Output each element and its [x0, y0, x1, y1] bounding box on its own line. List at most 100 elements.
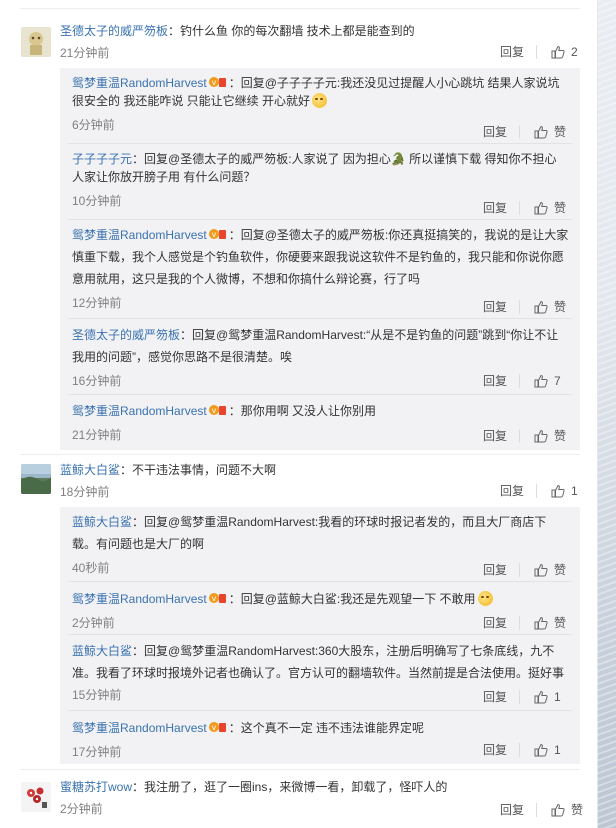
thumbs-up-icon: [534, 563, 548, 576]
reply-text-line: 人家让你放开膀子用 有什么问题？: [72, 170, 256, 184]
reply-actions: 回复 7: [483, 374, 566, 388]
thumbs-up-icon: [551, 45, 565, 59]
like-count: 2: [571, 45, 578, 59]
comment-author[interactable]: 圣德太子的威严笏板: [60, 24, 168, 38]
reply-author[interactable]: 鸳梦重温RandomHarvest: [72, 404, 207, 418]
thumbs-up-icon: [551, 484, 565, 498]
thumbs-up-icon: [534, 125, 548, 138]
comment-text: ：我注册了，逛了一圈ins，来微博一看，卸载了，怪吓人的: [132, 780, 448, 794]
like-button[interactable]: 赞: [520, 427, 566, 444]
svg-text:v: v: [211, 406, 216, 415]
vip-badge-icon: v: [208, 720, 227, 734]
reply-divider: [68, 581, 572, 582]
reply-button[interactable]: 回复: [483, 200, 520, 215]
like-button[interactable]: 赞: [520, 123, 566, 140]
thumbs-up-icon: [534, 374, 548, 388]
reply-author[interactable]: 蓝鲸大白鲨: [72, 515, 132, 529]
like-count: 赞: [553, 563, 566, 577]
thumbs-up-icon: [534, 429, 548, 442]
thread-divider: [20, 454, 580, 455]
reply-text: ：回复@鸳梦重温RandomHarvest:“从是不是钓鱼的问题”跳到“你让不让: [180, 328, 559, 342]
laugh-emoji-icon: [312, 93, 328, 108]
like-button[interactable]: 1: [520, 743, 566, 757]
like-button[interactable]: 1: [537, 484, 583, 498]
svg-text:v: v: [211, 78, 216, 87]
reply-actions: 回复 赞: [483, 199, 566, 216]
reply-author[interactable]: 鸳梦重温RandomHarvest: [72, 721, 207, 735]
like-count: 1: [554, 743, 561, 757]
reply-text: ：回复@鸳梦重温RandomHarvest:360大股东，注册后明确写了七条底线…: [132, 644, 555, 658]
avatar[interactable]: [21, 782, 51, 812]
thumbs-up-icon: [534, 743, 548, 757]
like-count: 赞: [570, 803, 583, 817]
reply-author[interactable]: 子子子子元: [72, 152, 132, 166]
reply-actions: 回复 赞: [483, 614, 566, 631]
reply-text-line: 很安全的 我还能咋说 只能让它继续 开心就好: [72, 94, 311, 108]
reply-actions: 回复 赞: [483, 561, 566, 578]
vip-badge-icon: v: [208, 227, 227, 241]
reply-actions: 回复 1: [483, 690, 566, 704]
reply-text-line: 准。我看了环球时报境外记者也确认了。官方认可的翻墙软件。当然前提是合法使用。挺好…: [72, 666, 565, 680]
top-divider: [20, 8, 580, 9]
reply-button[interactable]: 回复: [483, 428, 520, 443]
reply-actions: 回复 赞: [483, 427, 566, 444]
avatar[interactable]: [21, 464, 51, 494]
reply-text: ：回复@子子子子元:我还没见过提醒人小心跳坑 结果人家说坑: [228, 76, 560, 90]
like-button[interactable]: 2: [537, 45, 583, 59]
like-count: 1: [554, 690, 561, 704]
reply-text-line: 我用的问题”，感觉你思路不是很清楚。唉: [72, 350, 292, 364]
reply-divider: [68, 318, 572, 319]
reply-author[interactable]: 鸳梦重温RandomHarvest: [72, 228, 207, 242]
reply-list: 鸳梦重温RandomHarvest v ：回复@子子子子元:我还没见过提醒人小心跳坑…: [60, 68, 580, 450]
reply-divider: [68, 143, 572, 144]
reply-actions: 回复 赞: [483, 298, 566, 315]
reply-divider: [68, 710, 572, 711]
reply-button[interactable]: 回复: [483, 374, 520, 388]
reply-button[interactable]: 回复: [500, 802, 537, 817]
like-count: 赞: [553, 429, 566, 443]
reply-actions: 回复 赞: [483, 123, 566, 140]
vip-badge-icon: v: [208, 403, 227, 417]
comment-actions: 回复 赞: [500, 801, 583, 818]
reply-button[interactable]: 回复: [483, 299, 520, 314]
thumbs-up-icon: [534, 616, 548, 629]
reply-button[interactable]: 回复: [483, 124, 520, 139]
reply-author[interactable]: 鸳梦重温RandomHarvest: [72, 592, 207, 606]
reply-text: ：那你用啊 又没人让你别用: [228, 404, 377, 418]
like-button[interactable]: 1: [520, 690, 566, 704]
thumbs-up-icon: [551, 803, 565, 816]
svg-text:v: v: [211, 723, 216, 732]
reply-author[interactable]: 圣德太子的威严笏板: [72, 328, 180, 342]
like-button[interactable]: 7: [520, 374, 566, 388]
reply-text: ：这个真不一定 违不违法谁能界定呢: [228, 721, 425, 735]
comment-actions: 回复 1: [500, 484, 583, 498]
like-count: 1: [571, 484, 578, 498]
reply-actions: 回复 1: [483, 743, 566, 757]
like-count: 赞: [553, 125, 566, 139]
like-button[interactable]: 赞: [537, 801, 583, 818]
reply-divider: [68, 219, 572, 220]
reply-text: ：回复@蓝鲸大白鲨:我还是先观望一下 不敢用: [228, 592, 476, 606]
reply-button[interactable]: 回复: [483, 615, 520, 630]
reply-text-line: 载。有问题也是大厂的啊: [72, 537, 205, 551]
like-count: 7: [554, 374, 561, 388]
like-count: 赞: [553, 201, 566, 215]
thumbs-up-icon: [534, 690, 548, 704]
comment-author[interactable]: 蜜糖苏打wow: [60, 780, 132, 794]
svg-text:v: v: [211, 230, 216, 239]
comment-panel: 圣德太子的威严笏板：钓什么鱼 你的每次翻墙 技术上都是能查到的 21分钟前 回复…: [0, 0, 598, 828]
like-button[interactable]: 赞: [520, 561, 566, 578]
reply-list: 蓝鲸大白鲨：回复@鸳梦重温RandomHarvest:我看的环球时报记者发的，而…: [60, 507, 580, 764]
comment-author[interactable]: 蓝鲸大白鲨: [60, 463, 120, 477]
reply-button[interactable]: 回复: [483, 562, 520, 577]
like-button[interactable]: 赞: [520, 298, 566, 315]
reply-author[interactable]: 蓝鲸大白鲨: [72, 644, 132, 658]
reply-author[interactable]: 鸳梦重温RandomHarvest: [72, 76, 207, 90]
reply-button[interactable]: 回复: [483, 690, 520, 704]
reply-button[interactable]: 回复: [500, 45, 537, 59]
reply-button[interactable]: 回复: [483, 743, 520, 757]
like-button[interactable]: 赞: [520, 199, 566, 216]
reply-button[interactable]: 回复: [500, 484, 537, 498]
like-button[interactable]: 赞: [520, 614, 566, 631]
avatar[interactable]: [21, 27, 51, 57]
